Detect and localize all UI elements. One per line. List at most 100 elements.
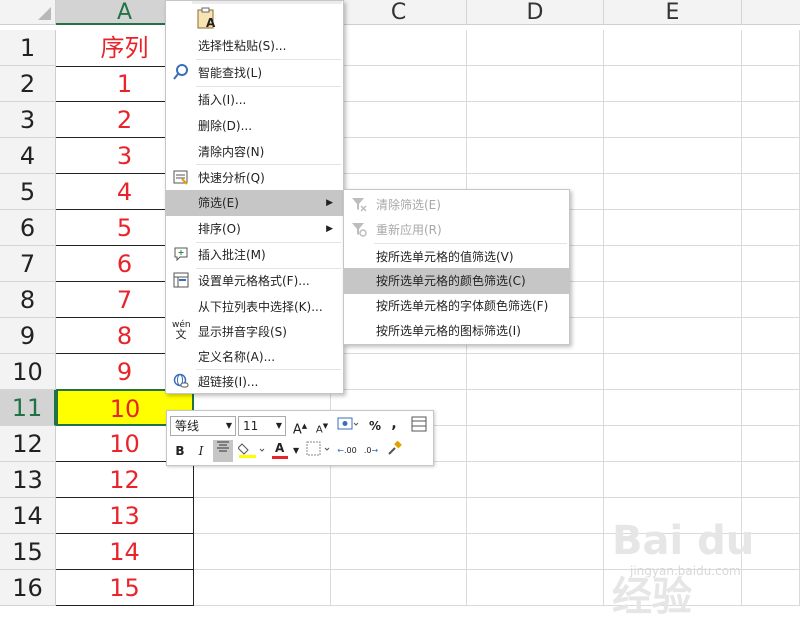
menu-item-sort[interactable]: 排序(O) ▶ <box>166 216 343 242</box>
cell-a16[interactable]: 15 <box>56 570 194 606</box>
row-header[interactable]: 1 <box>0 30 56 66</box>
menu-item-define-name[interactable]: 定义名称(A)... <box>166 344 343 370</box>
font-color-button[interactable]: A ▼ <box>271 441 301 461</box>
accounting-format-button[interactable] <box>335 416 361 436</box>
menu-item-show-pinyin[interactable]: wén 文 显示拼音字段(S) <box>166 319 343 345</box>
grid-cell[interactable] <box>331 498 467 534</box>
menu-item-smart-lookup[interactable]: 智能查找(L) <box>166 60 343 86</box>
grid-cell[interactable] <box>742 390 800 426</box>
grid-cell[interactable] <box>331 102 467 138</box>
row-header[interactable]: 5 <box>0 174 56 210</box>
grid-cell[interactable] <box>604 390 742 426</box>
font-size-dropdown[interactable]: 11 ▼ <box>238 416 286 436</box>
grid-cell[interactable] <box>604 102 742 138</box>
grid-cell[interactable] <box>467 426 604 462</box>
grid-cell[interactable] <box>194 570 331 606</box>
cell-a13[interactable]: 12 <box>56 462 194 498</box>
grid-cell[interactable] <box>467 138 604 174</box>
grid-cell[interactable] <box>467 570 604 606</box>
grid-cell[interactable] <box>467 498 604 534</box>
bold-button[interactable]: B <box>172 441 188 461</box>
menu-item-quick-analysis[interactable]: 快速分析(Q) <box>166 165 343 191</box>
column-header-d[interactable]: D <box>467 0 604 25</box>
grid-cell[interactable] <box>604 426 742 462</box>
percent-style-button[interactable]: % <box>367 416 383 436</box>
select-all-corner[interactable] <box>0 0 56 25</box>
row-header[interactable]: 11 <box>0 390 56 426</box>
grid-cell[interactable] <box>604 174 742 210</box>
increase-decimal-button[interactable]: ←.00 <box>337 441 357 461</box>
grid-cell[interactable] <box>194 534 331 570</box>
row-header[interactable]: 13 <box>0 462 56 498</box>
grid-cell[interactable] <box>742 138 800 174</box>
row-header[interactable]: 15 <box>0 534 56 570</box>
menu-item-insert[interactable]: 插入(I)... <box>166 87 343 113</box>
column-header-c[interactable]: C <box>331 0 467 25</box>
grid-cell[interactable] <box>467 66 604 102</box>
grid-cell[interactable] <box>331 570 467 606</box>
grid-cell[interactable] <box>331 138 467 174</box>
format-painter-button[interactable] <box>385 440 403 461</box>
submenu-item-clear-filter[interactable]: 清除筛选(E) <box>344 192 569 218</box>
row-header[interactable]: 10 <box>0 354 56 390</box>
grid-cell[interactable] <box>742 246 800 282</box>
grid-cell[interactable] <box>467 354 604 390</box>
menu-item-pick-from-list[interactable]: 从下拉列表中选择(K)... <box>166 294 343 320</box>
grid-cell[interactable] <box>331 66 467 102</box>
grid-cell[interactable] <box>742 66 800 102</box>
grid-cell[interactable] <box>742 174 800 210</box>
menu-item-clear-contents[interactable]: 清除内容(N) <box>166 139 343 165</box>
row-header[interactable]: 8 <box>0 282 56 318</box>
row-header[interactable]: 14 <box>0 498 56 534</box>
borders-button[interactable] <box>305 441 333 461</box>
row-header[interactable]: 16 <box>0 570 56 606</box>
grid-cell[interactable] <box>604 210 742 246</box>
cell-a14[interactable]: 13 <box>56 498 194 534</box>
grid-cell[interactable] <box>604 282 742 318</box>
menu-item-filter[interactable]: 筛选(E) ▶ <box>166 190 343 216</box>
row-header[interactable]: 9 <box>0 318 56 354</box>
row-header[interactable]: 3 <box>0 102 56 138</box>
decrease-decimal-button[interactable]: .0→ <box>361 441 381 461</box>
grid-cell[interactable] <box>467 534 604 570</box>
column-header-e[interactable]: E <box>604 0 742 25</box>
format-painter-table-button[interactable] <box>409 416 429 436</box>
column-header-f[interactable] <box>742 0 800 25</box>
grid-cell[interactable] <box>331 30 467 66</box>
grid-cell[interactable] <box>194 462 331 498</box>
grow-font-button[interactable]: A▲ <box>291 416 309 437</box>
shrink-font-button[interactable]: A▼ <box>313 416 331 436</box>
grid-cell[interactable] <box>742 354 800 390</box>
grid-cell[interactable] <box>742 282 800 318</box>
submenu-item-reapply[interactable]: 重新应用(R) <box>344 217 569 243</box>
row-header[interactable]: 7 <box>0 246 56 282</box>
grid-cell[interactable] <box>467 102 604 138</box>
grid-cell[interactable] <box>604 462 742 498</box>
grid-cell[interactable] <box>604 246 742 282</box>
menu-item-hyperlink[interactable]: 超链接(I)... <box>166 369 343 395</box>
paste-clipboard-icon[interactable]: A <box>196 7 218 31</box>
grid-cell[interactable] <box>742 318 800 354</box>
grid-cell[interactable] <box>742 102 800 138</box>
cell-a15[interactable]: 14 <box>56 534 194 570</box>
font-name-dropdown[interactable]: 等线 ▼ <box>170 416 236 436</box>
comma-style-button[interactable]: , <box>387 414 401 434</box>
grid-cell[interactable] <box>742 30 800 66</box>
grid-cell[interactable] <box>604 318 742 354</box>
fill-color-button[interactable] <box>237 441 267 461</box>
menu-item-paste-special[interactable]: 选择性粘贴(S)... <box>166 33 343 59</box>
menu-item-format-cells[interactable]: 设置单元格格式(F)... <box>166 268 343 294</box>
grid-cell[interactable] <box>604 30 742 66</box>
grid-cell[interactable] <box>604 138 742 174</box>
grid-cell[interactable] <box>742 210 800 246</box>
submenu-item-filter-by-value[interactable]: 按所选单元格的值筛选(V) <box>344 244 569 270</box>
grid-cell[interactable] <box>331 354 467 390</box>
row-header[interactable]: 2 <box>0 66 56 102</box>
grid-cell[interactable] <box>467 30 604 66</box>
menu-item-insert-comment[interactable]: 插入批注(M) <box>166 242 343 268</box>
row-header[interactable]: 12 <box>0 426 56 462</box>
italic-button[interactable]: I <box>193 441 209 461</box>
grid-cell[interactable] <box>331 534 467 570</box>
grid-cell[interactable] <box>604 66 742 102</box>
grid-cell[interactable] <box>742 462 800 498</box>
